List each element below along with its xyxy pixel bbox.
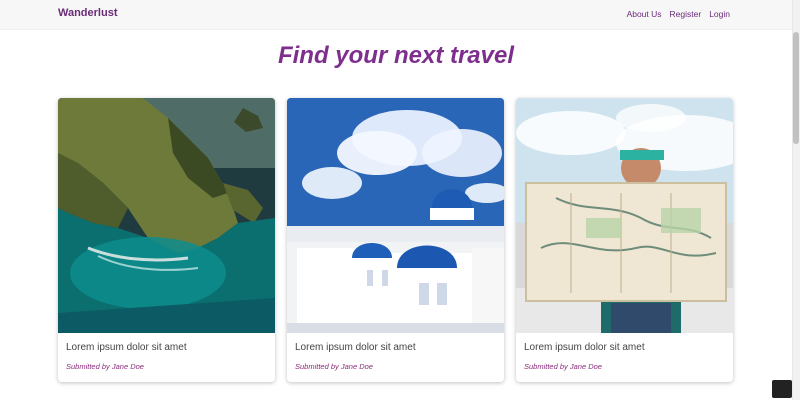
card-submitted-by: Submitted by Jane Doe xyxy=(524,362,602,371)
nav-about-us[interactable]: About Us xyxy=(627,9,662,19)
brand-logo[interactable]: Wanderlust xyxy=(58,7,118,19)
santorini-domes-image-svg xyxy=(287,98,504,333)
travel-card[interactable]: Lorem ipsum dolor sit amet Submitted by … xyxy=(58,98,275,382)
coastal-cliff-image[interactable] xyxy=(58,98,275,333)
nav-links: About Us Register Login xyxy=(627,9,730,19)
santorini-domes-image[interactable] xyxy=(287,98,504,333)
scrollbar-thumb[interactable] xyxy=(793,32,799,144)
travel-card[interactable]: Lorem ipsum dolor sit amet Submitted by … xyxy=(516,98,733,382)
travel-card[interactable]: Lorem ipsum dolor sit amet Submitted by … xyxy=(287,98,504,382)
vertical-scrollbar[interactable] xyxy=(792,0,800,400)
navbar: Wanderlust About Us Register Login xyxy=(0,0,792,30)
traveler-with-map-image[interactable] xyxy=(516,98,733,333)
corner-widget-icon[interactable] xyxy=(772,380,792,398)
card-title[interactable]: Lorem ipsum dolor sit amet xyxy=(66,342,187,353)
traveler-with-map-image-svg xyxy=(516,98,733,333)
cards-grid: Lorem ipsum dolor sit amet Submitted by … xyxy=(58,98,734,384)
card-submitted-by: Submitted by Jane Doe xyxy=(295,362,373,371)
coastal-cliff-image-svg xyxy=(58,98,275,333)
page-title: Find your next travel xyxy=(277,42,515,69)
nav-login[interactable]: Login xyxy=(709,9,730,19)
card-title[interactable]: Lorem ipsum dolor sit amet xyxy=(295,342,416,353)
card-submitted-by: Submitted by Jane Doe xyxy=(66,362,144,371)
card-title[interactable]: Lorem ipsum dolor sit amet xyxy=(524,342,645,353)
nav-register[interactable]: Register xyxy=(670,9,702,19)
